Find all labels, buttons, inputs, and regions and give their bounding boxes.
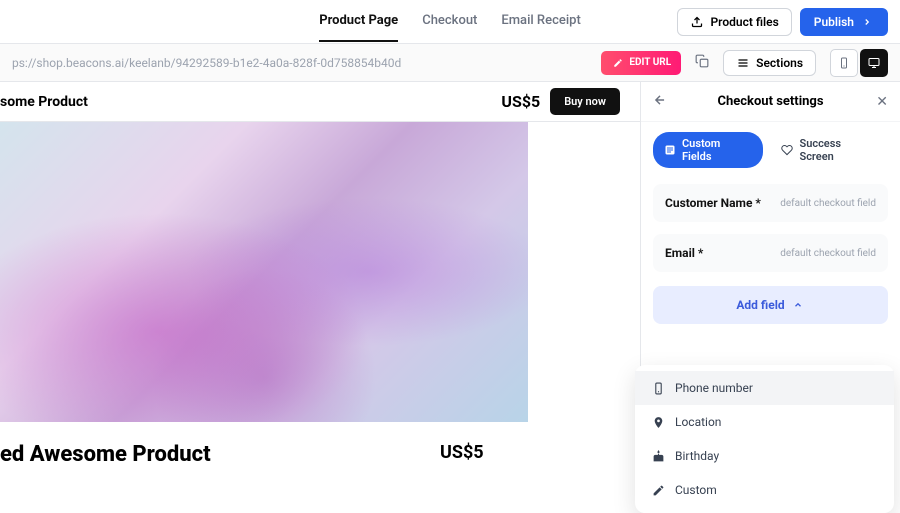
close-icon: ✕ [876,94,888,110]
sections-label: Sections [756,56,803,70]
form-icon [663,143,677,157]
dropdown-label: Phone number [675,381,753,395]
field-customer-name[interactable]: Customer Name * default checkout field [653,184,888,222]
close-button[interactable]: ✕ [876,94,888,110]
device-mobile-button[interactable] [830,49,858,77]
checkout-settings-sidebar: Checkout settings ✕ Custom Fields Succes… [640,82,900,500]
sidebar-title: Checkout settings [717,94,823,109]
dropdown-item-custom[interactable]: Custom [635,473,894,507]
nav-tabs: Product Page Checkout Email Receipt [319,1,581,42]
copy-url-button[interactable] [691,50,713,76]
location-icon [651,415,665,429]
add-field-button[interactable]: Add field [653,286,888,324]
product-price-large: US$5 [440,442,640,463]
buy-now-button[interactable]: Buy now [550,88,620,115]
product-image [0,122,528,422]
field-label: Email * [665,246,703,260]
pencil-icon [611,56,625,70]
cake-icon [651,449,665,463]
dropdown-label: Location [675,415,721,429]
preview-pane: some Product US$5 Buy now ed Awesome Pro… [0,82,640,500]
back-button[interactable] [653,93,667,111]
top-nav: Product Page Checkout Email Receipt Prod… [0,0,900,44]
phone-icon [651,381,665,395]
publish-button[interactable]: Publish [800,8,888,36]
product-header: some Product US$5 Buy now [0,82,640,122]
tab-custom-fields[interactable]: Custom Fields [653,132,763,168]
edit-icon [651,483,665,497]
field-hint: default checkout field [780,248,876,259]
heart-icon [781,143,795,157]
field-hint: default checkout field [780,198,876,209]
dropdown-item-birthday[interactable]: Birthday [635,439,894,473]
copy-icon [695,54,709,68]
chevron-up-icon [791,298,805,312]
chevron-right-icon [860,15,874,29]
product-files-label: Product files [710,15,778,29]
tab-success-screen[interactable]: Success Screen [771,132,889,168]
edit-url-button[interactable]: EDIT URL [601,51,681,75]
dropdown-item-phone[interactable]: Phone number [635,371,894,405]
menu-icon [736,56,750,70]
publish-label: Publish [814,15,854,29]
tab-email-receipt[interactable]: Email Receipt [501,1,580,42]
add-field-label: Add field [736,298,784,312]
tab-product-page[interactable]: Product Page [319,1,398,42]
desktop-icon [868,57,880,69]
dropdown-label: Birthday [675,449,719,463]
field-label: Customer Name * [665,196,761,210]
url-display: ps://shop.beacons.ai/keelanb/94292589-b1… [12,56,591,70]
url-bar: ps://shop.beacons.ai/keelanb/94292589-b1… [0,44,900,82]
sections-button[interactable]: Sections [723,50,816,76]
tab-checkout[interactable]: Checkout [422,1,477,42]
product-title-top: some Product [0,94,88,110]
success-screen-label: Success Screen [799,137,878,163]
mobile-icon [838,57,850,69]
product-files-button[interactable]: Product files [677,8,791,36]
field-email[interactable]: Email * default checkout field [653,234,888,272]
custom-fields-label: Custom Fields [682,137,753,163]
dropdown-item-location[interactable]: Location [635,405,894,439]
add-field-dropdown: Phone number Location Birthday Custom [635,365,894,513]
product-title-large: ed Awesome Product [0,442,410,467]
edit-url-label: EDIT URL [629,57,671,68]
arrow-left-icon [653,93,667,107]
product-price: US$5 [501,92,540,111]
device-desktop-button[interactable] [860,49,888,77]
dropdown-label: Custom [675,483,717,497]
upload-icon [690,15,704,29]
device-toggle [830,49,888,77]
